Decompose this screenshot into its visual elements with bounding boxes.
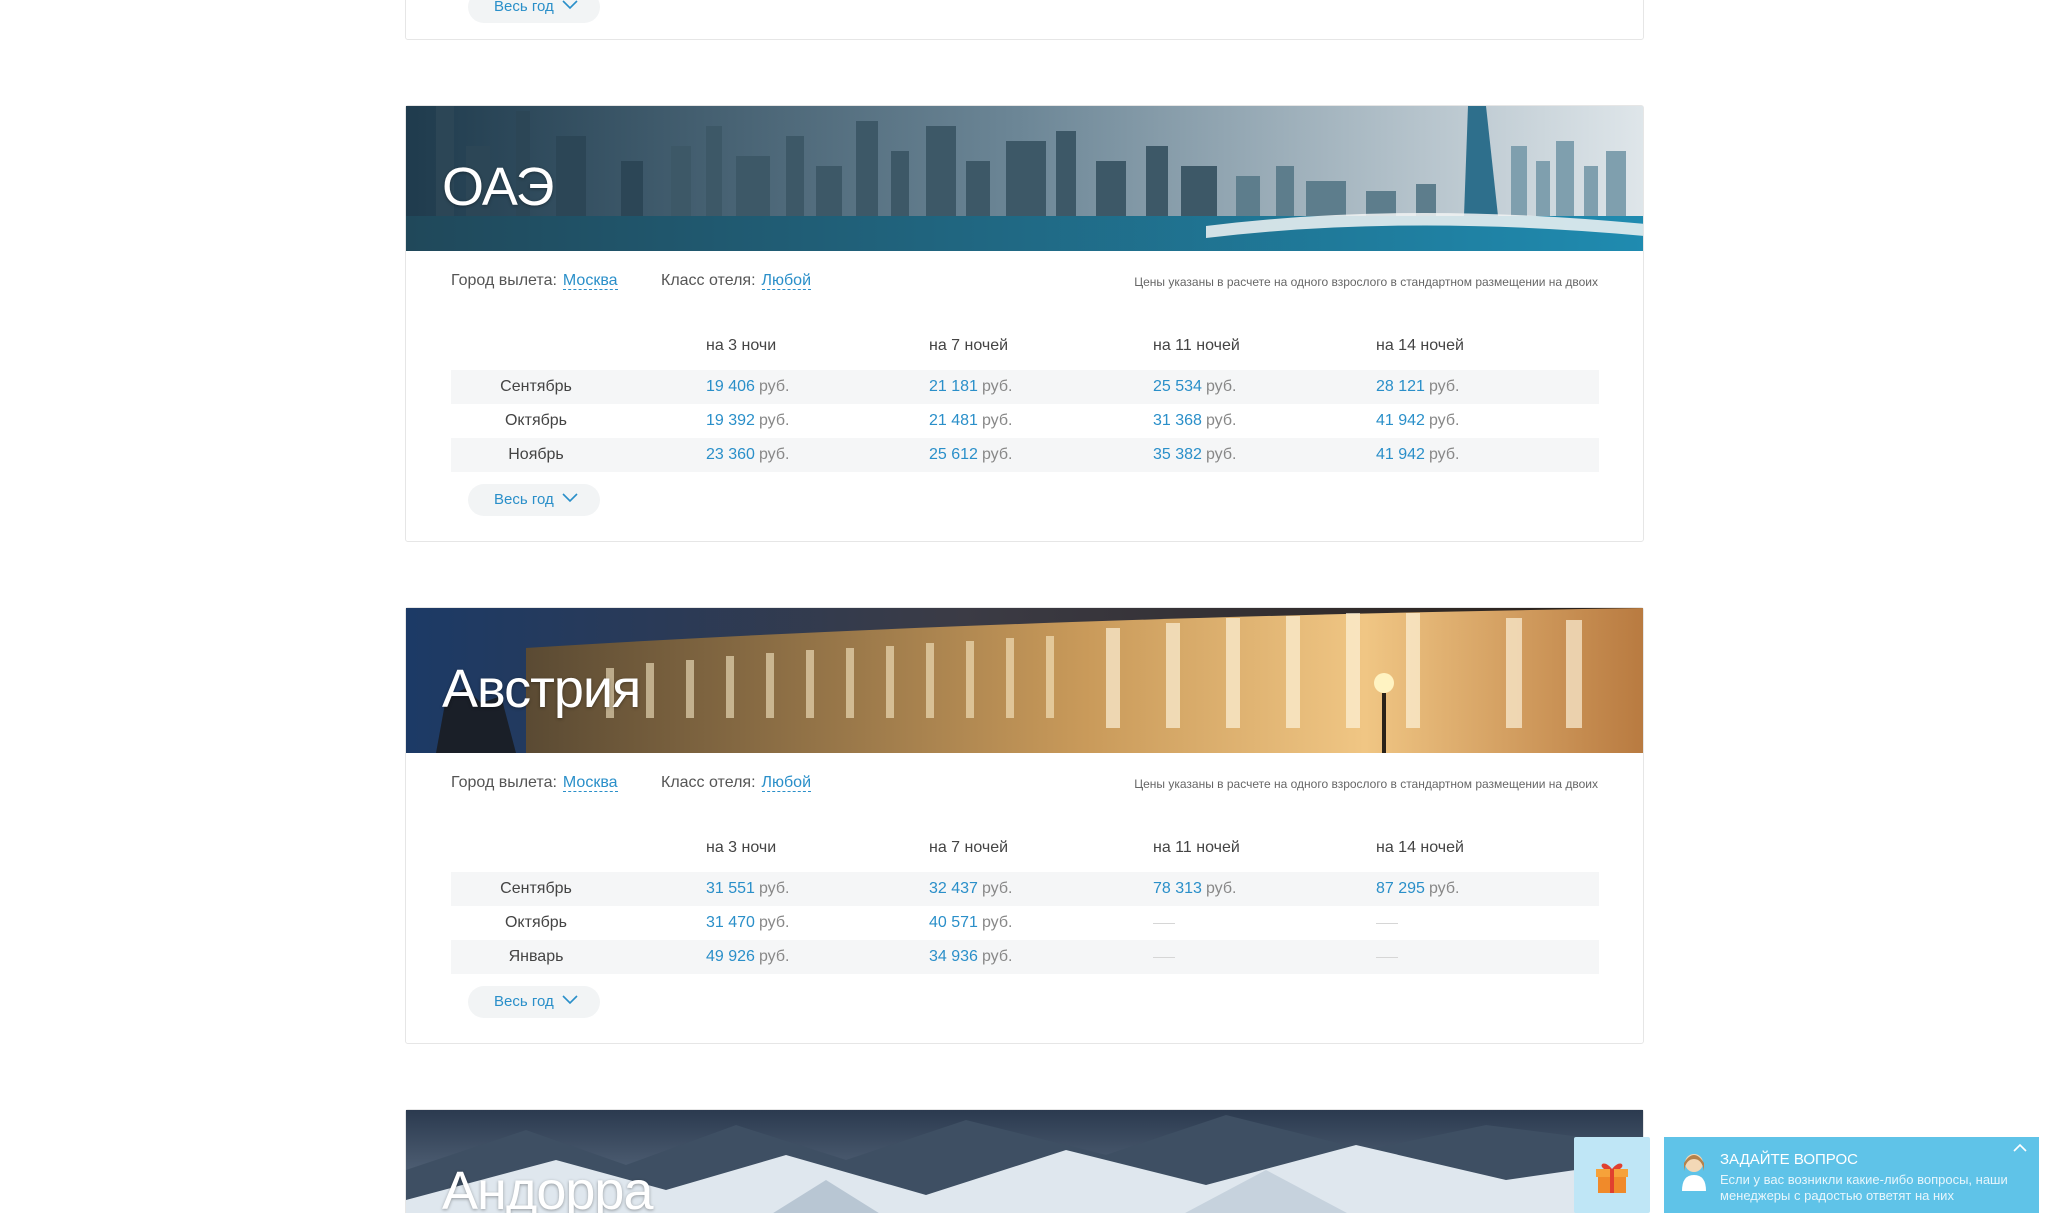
price-link[interactable]: 31 470 руб. [706, 914, 789, 932]
departure-city-filter: Город вылета: Москва [451, 272, 618, 290]
month-label: Сентябрь [500, 880, 572, 897]
destination-title: ОАЭ [442, 157, 554, 217]
full-year-button[interactable]: Весь год [468, 986, 600, 1018]
price-link[interactable]: 49 926 руб. [706, 948, 789, 966]
chat-title: ЗАДАЙТЕ ВОПРОС [1720, 1151, 1858, 1168]
full-year-button[interactable]: Весь год [468, 484, 600, 516]
column-header: на 11 ночей [1153, 839, 1240, 856]
column-header: на 3 ночи [706, 839, 777, 856]
destination-banner: Австрия [406, 608, 1643, 753]
table-row: Сентябрь 31 551 руб. 32 437 руб. 78 313 руб… [451, 872, 1599, 906]
no-price-dash [1153, 957, 1175, 958]
full-year-label: Весь год [494, 993, 554, 1010]
departure-city-label: Город вылета: [451, 272, 557, 289]
price-link[interactable]: 34 936 руб. [929, 948, 1012, 966]
month-label: Октябрь [504, 914, 567, 931]
price-link[interactable]: 31 551 руб. [706, 880, 789, 898]
ask-question-widget[interactable]: ЗАДАЙТЕ ВОПРОС Если у вас возникли какие… [1664, 1137, 2039, 1213]
price-link[interactable]: 87 295 руб. [1376, 880, 1459, 898]
month-label: Ноябрь [508, 446, 564, 463]
price-link[interactable]: 41 942 руб. [1376, 412, 1459, 430]
column-header: на 14 ночей [1376, 839, 1464, 856]
price-link[interactable]: 25 612 руб. [929, 446, 1012, 464]
destination-card-austria: Австрия Город вылета: Москва Класс отеля:… [405, 607, 1644, 1044]
price-table: Сентябрь 19 406 руб. 21 181 руб. 25 534 руб… [451, 370, 1599, 472]
destination-banner: Андорра [406, 1110, 1643, 1213]
table-row: Октябрь 19 392 руб. 21 481 руб. 31 368 руб.… [451, 404, 1599, 438]
column-header: на 7 ночей [929, 337, 1009, 354]
no-price-dash [1376, 957, 1398, 958]
price-link[interactable]: 21 481 руб. [929, 412, 1012, 430]
price-note: Цены указаны в расчете на одного взросло… [1134, 777, 1598, 791]
chevron-down-icon [562, 493, 578, 503]
price-link[interactable]: 28 121 руб. [1376, 378, 1459, 396]
column-header: на 3 ночи [706, 337, 777, 354]
price-link[interactable]: 32 437 руб. [929, 880, 1012, 898]
no-price-dash [1153, 923, 1175, 924]
departure-city-select[interactable]: Москва [562, 774, 618, 792]
column-header: на 14 ночей [1376, 337, 1464, 354]
table-row: Ноябрь 23 360 руб. 25 612 руб. 35 382 руб. … [451, 438, 1599, 472]
filters-bar: Город вылета: Москва Класс отеля: Любой Це… [451, 774, 1598, 798]
column-header: на 11 ночей [1153, 337, 1240, 354]
chevron-down-icon [562, 995, 578, 1005]
month-label: Январь [508, 948, 564, 965]
full-year-label: Весь год [494, 0, 554, 15]
price-link[interactable]: 78 313 руб. [1153, 880, 1236, 898]
price-link[interactable]: 31 368 руб. [1153, 412, 1236, 430]
table-row: Сентябрь 19 406 руб. 21 181 руб. 25 534 руб… [451, 370, 1599, 404]
price-link[interactable]: 19 392 руб. [706, 412, 789, 430]
price-table: Сентябрь 31 551 руб. 32 437 руб. 78 313 руб… [451, 872, 1599, 974]
city-skyline-image [406, 106, 1643, 251]
price-link[interactable]: 35 382 руб. [1153, 446, 1236, 464]
price-note: Цены указаны в расчете на одного взросло… [1134, 275, 1598, 289]
price-link[interactable]: 19 406 руб. [706, 378, 789, 396]
table-row: Октябрь 31 470 руб. 40 571 руб. [451, 906, 1599, 940]
price-link[interactable]: 25 534 руб. [1153, 378, 1236, 396]
destination-card-andorra: Андорра [405, 1109, 1644, 1213]
operator-avatar-icon [1682, 1154, 1706, 1191]
full-year-label: Весь год [494, 491, 554, 508]
table-row: Январь 49 926 руб. 34 936 руб. [451, 940, 1599, 974]
destination-card-uae: ОАЭ Город вылета: Москва Класс отеля: Любо… [405, 105, 1644, 542]
hotel-class-filter: Класс отеля: Любой [661, 774, 812, 792]
hotel-class-filter: Класс отеля: Любой [661, 272, 812, 290]
page: Весь год ОАЭ Город вылета: Москва Класс … [0, 0, 2048, 1213]
hotel-class-select[interactable]: Любой [761, 272, 812, 290]
departure-city-label: Город вылета: [451, 774, 557, 791]
chevron-up-icon[interactable] [2013, 1143, 2027, 1153]
destination-card-previous: Весь год [405, 0, 1644, 40]
hotel-class-select[interactable]: Любой [761, 774, 812, 792]
hotel-class-label: Класс отеля: [661, 774, 756, 791]
table-header: на 3 ночи на 7 ночей на 11 ночей на 14 н… [451, 337, 1599, 361]
column-header: на 7 ночей [929, 839, 1009, 856]
price-link[interactable]: 41 942 руб. [1376, 446, 1459, 464]
departure-city-filter: Город вылета: Москва [451, 774, 618, 792]
destination-title: Андорра [442, 1161, 653, 1213]
destination-banner: ОАЭ [406, 106, 1643, 251]
destination-title: Австрия [442, 659, 641, 719]
table-header: на 3 ночи на 7 ночей на 11 ночей на 14 н… [451, 839, 1599, 863]
filters-bar: Город вылета: Москва Класс отеля: Любой Це… [451, 272, 1598, 296]
month-label: Октябрь [504, 412, 567, 429]
hotel-class-label: Класс отеля: [661, 272, 756, 289]
price-link[interactable]: 21 181 руб. [929, 378, 1012, 396]
gift-icon [1596, 1163, 1628, 1193]
gift-button[interactable] [1574, 1137, 1650, 1213]
departure-city-select[interactable]: Москва [562, 272, 618, 290]
chevron-down-icon [562, 0, 578, 10]
month-label: Сентябрь [500, 378, 572, 395]
no-price-dash [1376, 923, 1398, 924]
chat-description: Если у вас возникли какие-либо вопросы, … [1720, 1172, 2008, 1203]
full-year-button[interactable]: Весь год [468, 0, 600, 23]
price-link[interactable]: 40 571 руб. [929, 914, 1012, 932]
price-link[interactable]: 23 360 руб. [706, 446, 789, 464]
